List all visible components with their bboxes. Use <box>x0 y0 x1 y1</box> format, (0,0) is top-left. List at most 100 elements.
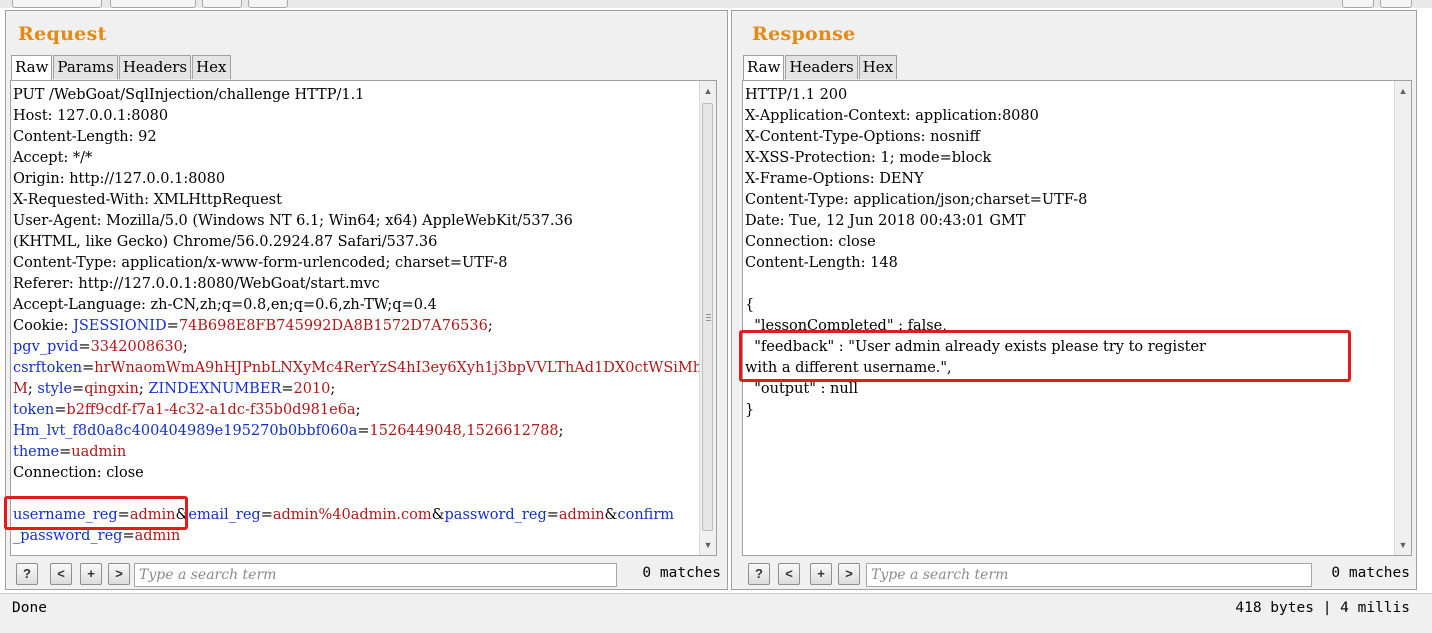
request-line: Connection: close <box>13 463 702 484</box>
line-text: = <box>54 402 67 418</box>
line-text: Content-Type: application/x-www-form-url… <box>13 255 508 271</box>
line-text: = <box>59 444 72 460</box>
next-match-button[interactable]: > <box>108 563 130 585</box>
response-line: Content-Type: application/json;charset=U… <box>745 190 1206 211</box>
line-text: Connection: close <box>745 234 876 250</box>
top-toolbar-strip <box>0 0 1432 8</box>
request-line: Cookie: JSESSIONID=74B698E8FB745992DA8B1… <box>13 316 702 337</box>
line-text: ; <box>182 339 188 355</box>
line-text: (KHTML, like Gecko) Chrome/56.0.2924.87 … <box>13 234 438 250</box>
line-text: Cookie: <box>13 318 74 334</box>
response-scrollbar[interactable]: ▲ ▼ <box>1394 81 1411 555</box>
request-raw-text[interactable]: PUT /WebGoat/SqlInjection/challenge HTTP… <box>13 85 702 547</box>
scroll-thumb[interactable] <box>702 103 713 531</box>
grip-line <box>706 314 711 315</box>
status-text: Done <box>12 600 47 616</box>
param-name: style <box>37 381 73 397</box>
line-text: & <box>431 507 445 523</box>
scroll-down-arrow-icon[interactable]: ▼ <box>700 537 716 553</box>
param-value: b2ff9cdf-f7a1-4c32-a1dc-f35b0d981e6a <box>66 402 356 418</box>
param-value: admin%40admin.com <box>272 507 432 523</box>
request-line: X-Requested-With: XMLHttpRequest <box>13 190 702 211</box>
line-text: Date: Tue, 12 Jun 2018 00:43:01 GMT <box>745 213 1026 229</box>
line-text: HTTP/1.1 200 <box>745 87 848 103</box>
line-text: ; <box>27 381 38 397</box>
line-text: X-Application-Context: application:8080 <box>745 108 1039 124</box>
request-tab-headers[interactable]: Headers <box>118 55 192 79</box>
line-text: & <box>604 507 618 523</box>
param-value: admin <box>129 507 176 523</box>
previous-match-button[interactable]: < <box>778 563 800 585</box>
grip-line <box>706 320 711 321</box>
response-line: X-Content-Type-Options: nosniff <box>745 127 1206 148</box>
response-line: with a different username.", <box>745 358 1206 379</box>
scroll-down-arrow-icon[interactable]: ▼ <box>1395 537 1411 553</box>
line-text: = <box>546 507 559 523</box>
grip-line <box>706 317 711 318</box>
request-line: PUT /WebGoat/SqlInjection/challenge HTTP… <box>13 85 702 106</box>
line-text: = <box>122 528 135 544</box>
response-tab-headers[interactable]: Headers <box>785 55 858 79</box>
scroll-up-arrow-icon[interactable]: ▲ <box>700 83 716 99</box>
param-value: M <box>13 381 28 397</box>
add-button[interactable]: + <box>810 563 832 585</box>
response-line: "output" : null <box>745 379 1206 400</box>
line-text: = <box>260 507 273 523</box>
request-tab-raw[interactable]: Raw <box>11 55 53 80</box>
request-tab-params[interactable]: Params <box>53 55 118 79</box>
line-text: Content-Length: 92 <box>13 129 157 145</box>
request-scrollbar[interactable]: ▲ ▼ <box>699 81 716 555</box>
request-line: pgv_pvid=3342008630; <box>13 337 702 358</box>
line-text: X-XSS-Protection: 1; mode=block <box>745 150 992 166</box>
line-text: Accept-Language: zh-CN,zh;q=0.8,en;q=0.6… <box>13 297 437 313</box>
toolbar-button[interactable] <box>12 0 102 8</box>
response-line: "lessonCompleted" : false, <box>745 316 1206 337</box>
toolbar-button[interactable] <box>248 0 288 8</box>
response-search-input[interactable] <box>866 563 1312 587</box>
line-text: = <box>117 507 130 523</box>
scroll-up-arrow-icon[interactable]: ▲ <box>1395 83 1411 99</box>
response-line: } <box>745 400 1206 421</box>
line-text: } <box>745 402 755 418</box>
param-name: pgv_pvid <box>13 339 79 355</box>
response-line: { <box>745 295 1206 316</box>
line-text: "feedback" : "User admin already exists … <box>745 339 1206 355</box>
response-editor[interactable]: HTTP/1.1 200 X-Application-Context: appli… <box>742 80 1412 556</box>
help-button[interactable]: ? <box>16 563 38 585</box>
request-line: Content-Type: application/x-www-form-url… <box>13 253 702 274</box>
param-value: 74B698E8FB745992DA8B1572D7A76536 <box>178 318 488 334</box>
next-match-button[interactable]: > <box>838 563 860 585</box>
param-name: csrftoken <box>13 360 83 376</box>
line-text: X-Requested-With: XMLHttpRequest <box>13 192 282 208</box>
request-line: username_reg=admin&email_reg=admin%40adm… <box>13 505 702 526</box>
response-raw-text[interactable]: HTTP/1.1 200 X-Application-Context: appli… <box>745 85 1206 421</box>
status-separator: | <box>1322 600 1332 616</box>
toolbar-button[interactable] <box>202 0 242 8</box>
response-tab-hex[interactable]: Hex <box>858 55 898 79</box>
param-name: JSESSIONID <box>73 318 167 334</box>
help-button[interactable]: ? <box>748 563 770 585</box>
response-tab-raw[interactable]: Raw <box>743 55 785 80</box>
line-text: PUT /WebGoat/SqlInjection/challenge HTTP… <box>13 87 365 103</box>
line-text: & <box>175 507 189 523</box>
add-button[interactable]: + <box>80 563 102 585</box>
request-line: M; style=qingxin; ZINDEXNUMBER=2010; <box>13 379 702 400</box>
request-line: Accept: */* <box>13 148 702 169</box>
param-value: 3342008630 <box>90 339 183 355</box>
request-tab-hex[interactable]: Hex <box>192 55 231 79</box>
response-time: 4 millis <box>1340 600 1410 616</box>
toolbar-button[interactable] <box>110 0 196 8</box>
request-editor[interactable]: PUT /WebGoat/SqlInjection/challenge HTTP… <box>10 80 717 556</box>
request-line: Hm_lvt_f8d0a8c400404989e195270b0bbf060a=… <box>13 421 702 442</box>
toolbar-button[interactable] <box>1342 0 1374 8</box>
toolbar-button[interactable] <box>1380 0 1412 8</box>
response-line: Content-Length: 148 <box>745 253 1206 274</box>
param-value: hrWnaomWmA9hHJPnbLNXyMc4RerYzS4hI3ey6Xyh… <box>94 360 703 376</box>
request-line: Accept-Language: zh-CN,zh;q=0.8,en;q=0.6… <box>13 295 702 316</box>
line-text: ; <box>355 402 361 418</box>
request-search-input[interactable] <box>134 563 617 587</box>
request-pane: Request Raw Params Headers Hex PUT /WebG… <box>5 10 728 590</box>
param-value: 1526449048,1526612788 <box>369 423 559 439</box>
status-right: 418 bytes | 4 millis <box>1235 600 1410 616</box>
previous-match-button[interactable]: < <box>50 563 72 585</box>
